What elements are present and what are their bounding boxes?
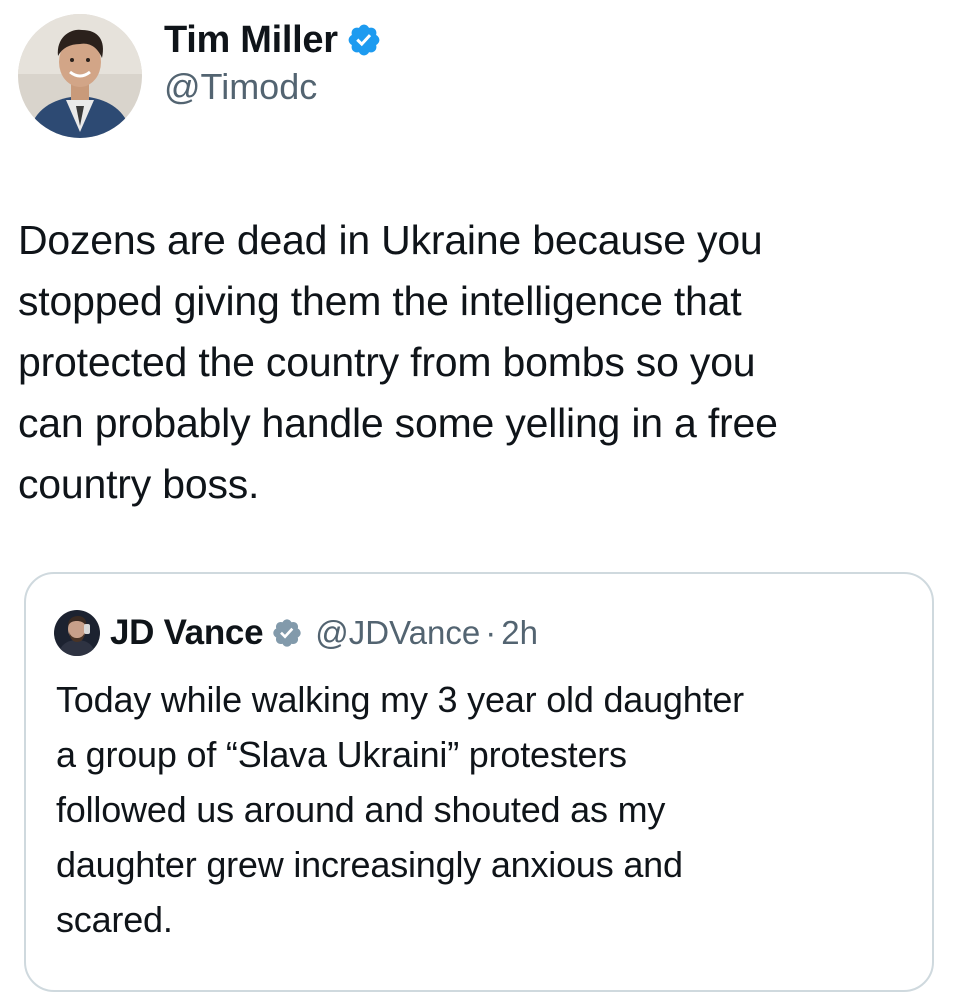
quoted-text-line: scared. bbox=[56, 899, 173, 940]
tweet[interactable]: Tim Miller @Timodc Dozens are dead in Uk… bbox=[0, 0, 955, 992]
verified-badge-icon bbox=[271, 617, 303, 649]
quoted-text-line: a group of “Slava Ukraini” protesters bbox=[56, 734, 627, 775]
tweet-text-line: stopped giving them the intelligence tha… bbox=[18, 278, 742, 324]
quoted-author-handle[interactable]: @JDVance bbox=[315, 614, 480, 652]
quoted-tweet-text: Today while walking my 3 year old daught… bbox=[56, 672, 906, 947]
tweet-text-line: Dozens are dead in Ukraine because you bbox=[18, 217, 763, 263]
quoted-text-line: daughter grew increasingly anxious and bbox=[56, 844, 683, 885]
quoted-avatar[interactable] bbox=[54, 610, 100, 656]
tweet-author[interactable]: Tim Miller @Timodc bbox=[18, 14, 382, 138]
tweet-text-line: country boss. bbox=[18, 461, 260, 507]
separator-dot: · bbox=[485, 614, 497, 651]
quoted-author-display-name[interactable]: JD Vance bbox=[110, 613, 264, 653]
quoted-timestamp[interactable]: 2h bbox=[501, 614, 538, 652]
author-handle[interactable]: @Timodc bbox=[164, 63, 382, 111]
quoted-text-line: followed us around and shouted as my bbox=[56, 789, 666, 830]
quoted-tweet-card[interactable]: JD Vance @JDVance · 2h Today while walki… bbox=[24, 572, 934, 992]
quoted-text-line: Today while walking my 3 year old daught… bbox=[56, 679, 744, 720]
quoted-tweet-header[interactable]: JD Vance @JDVance · 2h bbox=[54, 610, 538, 656]
avatar[interactable] bbox=[18, 14, 142, 138]
tweet-text-line: can probably handle some yelling in a fr… bbox=[18, 400, 778, 446]
author-display-name[interactable]: Tim Miller bbox=[164, 17, 338, 63]
tweet-text-line: protected the country from bombs so you bbox=[18, 339, 756, 385]
verified-badge-icon bbox=[346, 22, 382, 58]
tweet-text: Dozens are dead in Ukraine because you s… bbox=[18, 210, 918, 515]
